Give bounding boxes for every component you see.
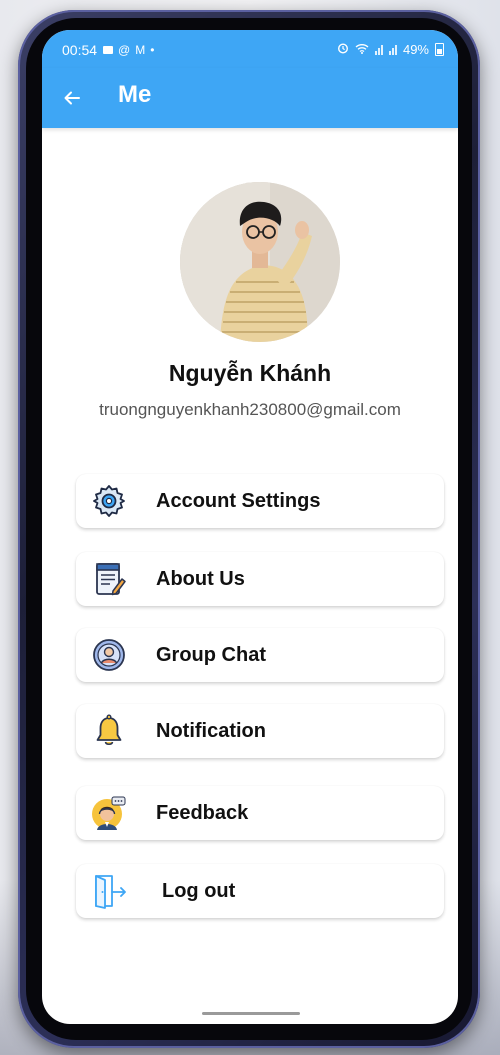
menu-item-notification[interactable]: Notification (76, 704, 444, 758)
menu-item-log-out[interactable]: Log out (76, 864, 444, 918)
bell-icon (90, 712, 128, 750)
status-time: 00:54 (62, 42, 98, 58)
alarm-icon (337, 42, 349, 57)
status-bar: 00:54 @ M • 49% (42, 30, 458, 68)
battery-text: 49% (402, 42, 429, 57)
menu-item-group-chat[interactable]: Group Chat (76, 628, 444, 682)
menu-label: Feedback (156, 802, 249, 824)
avatar[interactable] (180, 182, 340, 342)
video-icon (103, 46, 114, 54)
at-icon: @ (118, 43, 131, 57)
notepad-icon (90, 560, 128, 598)
profile-email: truongnguyenkhanh230800@gmail.com (99, 400, 401, 419)
battery-icon (435, 43, 444, 56)
menu-label: Group Chat (156, 644, 266, 666)
profile-name: Nguyễn Khánh (168, 360, 332, 386)
back-button[interactable] (56, 82, 88, 114)
user-circle-icon (90, 636, 128, 674)
dot-icon: • (150, 43, 155, 57)
page-title: Me (118, 81, 152, 108)
menu-item-feedback[interactable]: Feedback (76, 786, 444, 840)
home-indicator[interactable] (202, 1012, 300, 1015)
menu-label: Notification (156, 720, 266, 742)
menu-label: Log out (162, 880, 236, 902)
support-agent-icon (90, 794, 128, 832)
screen: 00:54 @ M • 49% Me Nguyễn Khánh truongng… (42, 30, 458, 1024)
logout-door-icon (90, 872, 128, 910)
mail-icon: M (135, 43, 146, 57)
app-bar: Me (42, 68, 458, 128)
status-left: 00:54 @ M • (62, 42, 154, 58)
wifi-icon (355, 42, 369, 57)
menu-item-account-settings[interactable]: Account Settings (76, 474, 444, 528)
status-notification-icons: @ M • (103, 43, 154, 57)
menu-label: About Us (156, 568, 245, 590)
arrow-left-icon (64, 91, 80, 105)
menu-item-about-us[interactable]: About Us (76, 552, 444, 606)
menu-label: Account Settings (156, 490, 321, 512)
status-right: 49% (337, 42, 444, 57)
avatar-photo (180, 182, 340, 342)
gear-icon (90, 482, 128, 520)
signal-2-icon (388, 44, 397, 55)
signal-icon (374, 44, 383, 55)
